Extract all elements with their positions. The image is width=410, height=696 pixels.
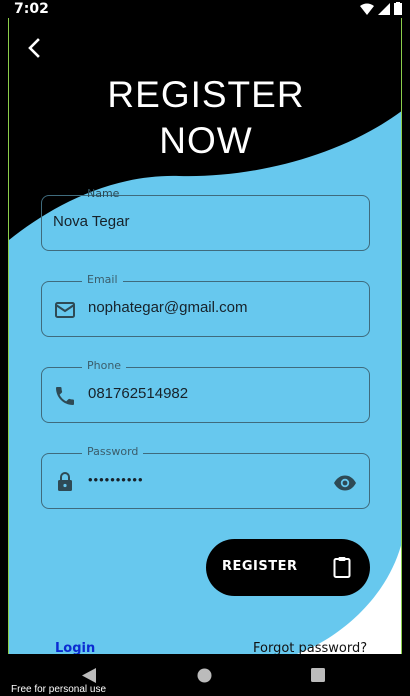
- page-title-line2: NOW: [159, 120, 253, 161]
- nav-recents-icon[interactable]: [311, 668, 325, 682]
- lock-icon: [58, 472, 72, 491]
- eye-icon[interactable]: [333, 471, 357, 495]
- register-button-label: REGISTER: [222, 559, 298, 574]
- register-screen: REGISTER NOW Name Nova Tegar Email nopha…: [8, 18, 402, 654]
- email-field-label: Email: [82, 273, 123, 286]
- phone-field[interactable]: Phone 081762514982: [41, 359, 370, 423]
- status-icons: [360, 2, 402, 15]
- email-field[interactable]: Email nophategar@gmail.com: [41, 273, 370, 337]
- clipboard-icon: [333, 557, 351, 578]
- name-field-label: Name: [87, 187, 120, 200]
- wifi-icon: [360, 3, 374, 15]
- watermark-text: Free for personal use: [11, 684, 107, 695]
- password-field-label: Password: [82, 445, 144, 458]
- login-link[interactable]: Login: [55, 641, 95, 654]
- forgot-password-link[interactable]: Forgot password?: [253, 641, 367, 654]
- battery-icon: [394, 2, 402, 15]
- back-arrow-icon[interactable]: [23, 36, 47, 60]
- password-input[interactable]: ••••••••••: [88, 472, 144, 487]
- page-title-line1: REGISTER: [107, 74, 305, 115]
- phone-input[interactable]: 081762514982: [88, 385, 188, 402]
- email-input[interactable]: nophategar@gmail.com: [88, 299, 247, 316]
- status-bar: 7:02: [0, 0, 410, 18]
- password-field[interactable]: Password ••••••••••: [41, 445, 370, 509]
- register-button[interactable]: REGISTER: [206, 539, 370, 596]
- signal-icon: [378, 2, 390, 15]
- mail-icon: [55, 302, 75, 318]
- phone-field-label: Phone: [82, 359, 127, 372]
- phone-icon: [56, 387, 74, 405]
- nav-home-icon[interactable]: [197, 668, 212, 683]
- name-input[interactable]: Nova Tegar: [53, 213, 129, 230]
- name-field[interactable]: Name Nova Tegar: [41, 187, 370, 251]
- nav-back-icon[interactable]: [82, 668, 96, 683]
- status-time: 7:02: [14, 1, 49, 17]
